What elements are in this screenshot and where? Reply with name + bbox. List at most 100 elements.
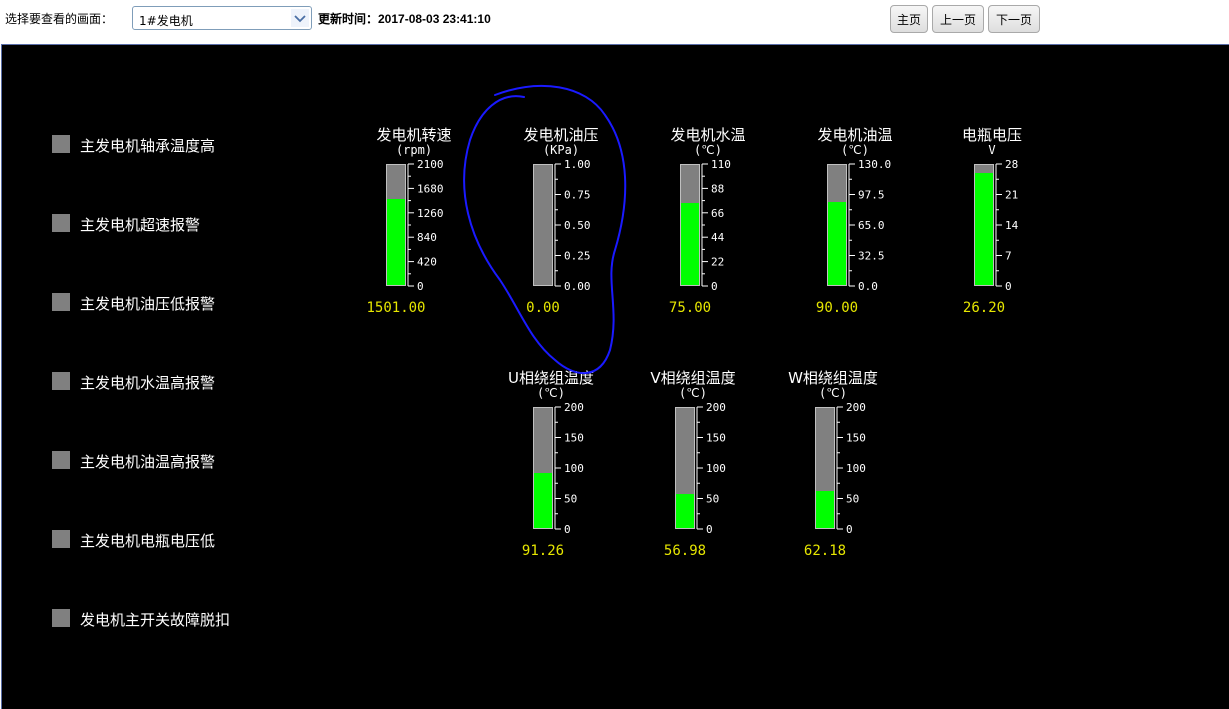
scale-tick-label: 0.0: [858, 280, 878, 292]
gauge-fill-bar: [816, 490, 834, 528]
scale-tick-label: 0: [1005, 280, 1012, 292]
gauge-scale: 2100 1680 1260 840 420 0: [407, 158, 444, 292]
gauge-tube: [680, 164, 700, 286]
alarm-label: 主发电机油压低报警: [80, 295, 216, 313]
scale-tick-label: 0: [846, 523, 853, 535]
gauge-value: 91.26: [521, 543, 565, 559]
gauge-value: 0.00: [526, 300, 560, 316]
alarm-lamp-icon: [52, 530, 70, 548]
scale-tick-label: 100: [706, 462, 726, 475]
gauge-tube: [974, 164, 994, 286]
prev-page-button[interactable]: 上一页: [932, 5, 984, 33]
scale-tick-label: 130.0: [858, 158, 891, 171]
alarm-label: 主发电机电瓶电压低: [80, 532, 216, 550]
scale-tick-label: 0.50: [564, 219, 591, 232]
next-page-button[interactable]: 下一页: [988, 5, 1040, 33]
gauge-value: 1501.00: [366, 300, 426, 316]
gauge-oilpress: 发电机油压 (KPa) 1.00 0.75 0.50 0.25 0.00 0.00: [506, 124, 616, 316]
screen-select[interactable]: 1#发电机: [132, 6, 312, 30]
gauge-fill-bar: [681, 203, 699, 285]
gauge-scale: 200 150 100 50 0: [696, 401, 726, 535]
gauge-utemp: U相绕组温度 (℃) 200 150 100 50 0 91.26: [496, 367, 606, 559]
scale-tick-label: 50: [846, 493, 859, 506]
alarm-lamp-icon: [52, 372, 70, 390]
screen-select-label: 选择要查看的画面：: [5, 12, 114, 26]
home-button[interactable]: 主页: [890, 5, 928, 33]
scale-tick-label: 88: [711, 182, 724, 195]
gauge-oiltemp: 发电机油温 (℃) 130.0 97.5 65.0 32.5 0.0 90.00: [800, 124, 910, 316]
scale-tick-label: 100: [846, 462, 866, 475]
alarm-lamp-icon: [52, 135, 70, 153]
gauge-title: W相绕组温度: [788, 369, 878, 387]
gauge-unit: (KPa): [542, 143, 580, 157]
gauge-title: V相绕组温度: [650, 369, 736, 387]
scale-tick-label: 420: [417, 256, 437, 269]
alarm-label: 主发电机水温高报警: [80, 374, 216, 392]
gauge-unit: (℃): [694, 143, 722, 157]
scale-tick-label: 22: [711, 256, 724, 269]
scale-tick-label: 0.75: [564, 189, 591, 202]
alarm-lamp-icon: [52, 293, 70, 311]
scale-tick-label: 66: [711, 207, 724, 220]
scale-tick-label: 1680: [417, 182, 444, 195]
gauge-value: 90.00: [815, 300, 859, 316]
gauge-scale: 110 88 66 44 22 0: [701, 158, 731, 292]
scale-tick-label: 110: [711, 158, 731, 171]
gauge-vtemp: V相绕组温度 (℃) 200 150 100 50 0 56.98: [638, 367, 748, 559]
scale-tick-label: 7: [1005, 250, 1012, 263]
scale-tick-label: 14: [1005, 219, 1019, 232]
gauge-unit: (℃): [841, 143, 869, 157]
scale-tick-label: 200: [564, 401, 584, 414]
scale-tick-label: 0: [417, 280, 424, 292]
scale-tick-label: 65.0: [858, 219, 885, 232]
alarm-lamp-icon: [52, 609, 70, 627]
alarm-label: 发电机主开关故障脱扣: [80, 611, 231, 629]
screen-select-value: 1#发电机: [139, 14, 193, 28]
scale-tick-label: 840: [417, 231, 437, 244]
scale-tick-label: 0.25: [564, 250, 591, 263]
scale-tick-label: 0: [711, 280, 718, 292]
gauge-title: 电瓶电压: [961, 126, 1022, 144]
scale-tick-label: 50: [564, 493, 577, 506]
gauge-title: U相绕组温度: [508, 369, 594, 387]
gauge-unit: (℃): [537, 386, 565, 400]
gauge-scale: 200 150 100 50 0: [554, 401, 584, 535]
gauge-scale: 130.0 97.5 65.0 32.5 0.0: [848, 158, 891, 292]
gauge-value: 26.20: [962, 300, 1006, 316]
scale-tick-label: 97.5: [858, 189, 885, 202]
gauge-tube: [827, 164, 847, 286]
scale-tick-label: 44: [711, 231, 725, 244]
gauge-unit: (rpm): [395, 143, 433, 157]
alarm-label: 主发电机轴承温度高: [80, 137, 216, 155]
gauge-unit: V: [988, 143, 996, 157]
gauge-scale: 1.00 0.75 0.50 0.25 0.00: [554, 158, 591, 292]
gauge-watertemp: 发电机水温 (℃) 110 88 66 44 22 0 75.00: [653, 124, 763, 316]
gauge-unit: (℃): [819, 386, 847, 400]
scale-tick-label: 150: [564, 432, 584, 445]
chevron-down-icon[interactable]: [291, 9, 309, 27]
update-time: 更新时间：2017-08-03 23:41:10: [318, 12, 491, 26]
gauge-speed: 发电机转速 (rpm) 2100 1680 1260 840 420 0 1501.00: [359, 124, 469, 316]
gauge-title: 发电机油压: [523, 126, 599, 144]
gauge-scale: 200 150 100 50 0: [836, 401, 866, 535]
gauge-value: 75.00: [668, 300, 712, 316]
scale-tick-label: 0.00: [564, 280, 591, 292]
gauge-fill-bar: [975, 172, 993, 285]
scale-tick-label: 1.00: [564, 158, 591, 171]
gauge-tube: [675, 407, 695, 529]
gauge-value: 56.98: [663, 543, 707, 559]
gauge-unit: (℃): [679, 386, 707, 400]
gauge-title: 发电机水温: [670, 126, 746, 144]
scale-tick-label: 28: [1005, 158, 1018, 171]
scale-tick-label: 100: [564, 462, 584, 475]
scale-tick-label: 200: [706, 401, 726, 414]
scale-tick-label: 0: [706, 523, 713, 535]
alarm-label: 主发电机超速报警: [80, 216, 201, 234]
gauge-fill-bar: [828, 201, 846, 285]
scale-tick-label: 1260: [417, 207, 444, 220]
gauge-value: 62.18: [803, 543, 847, 559]
gauge-scale: 28 21 14 7 0: [995, 158, 1019, 292]
scale-tick-label: 2100: [417, 158, 444, 171]
gauge-battery: 电瓶电压 V 28 21 14 7 0 26.20: [937, 124, 1047, 316]
gauge-wtemp: W相绕组温度 (℃) 200 150 100 50 0 62.18: [778, 367, 888, 559]
